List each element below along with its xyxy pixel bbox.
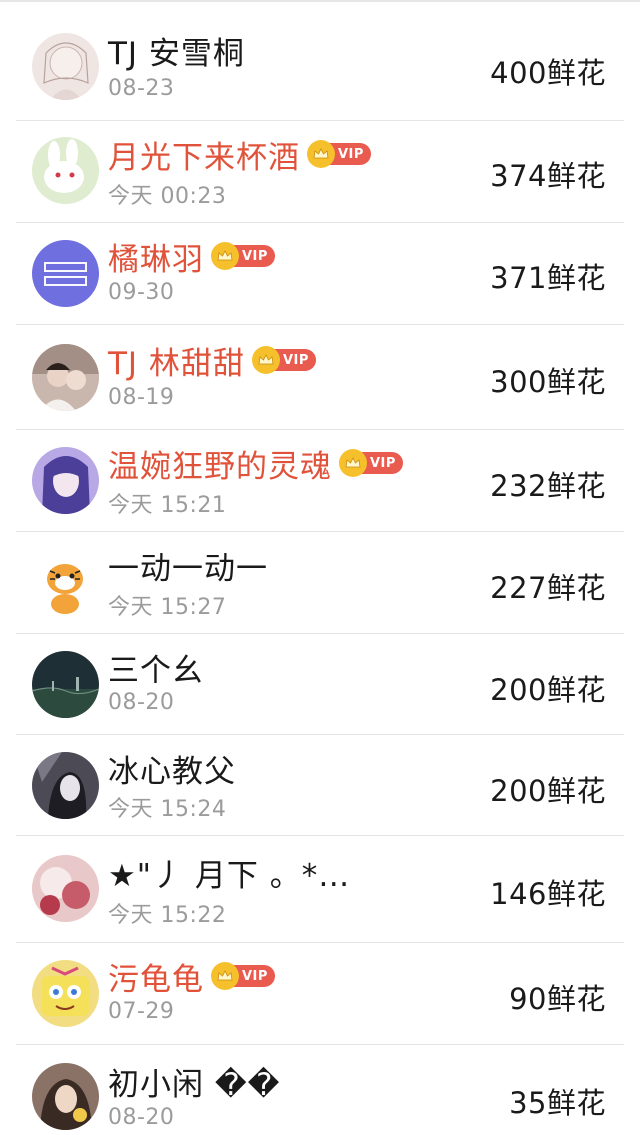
white-rabbit-avatar-icon — [32, 137, 99, 204]
vip-badge: VIP — [211, 242, 275, 270]
vip-badge: VIP — [211, 962, 275, 990]
avatar[interactable] — [32, 137, 99, 204]
avatar[interactable] — [32, 651, 99, 718]
avatar[interactable] — [32, 1063, 99, 1130]
vip-label: VIP — [370, 455, 396, 471]
flower-amount: 200鲜花 — [490, 774, 606, 808]
user-name: TJ 安雪桐 — [108, 35, 245, 72]
crown-icon — [339, 449, 367, 477]
user-name: TJ 林甜甜 — [108, 345, 245, 382]
date-label: 07-29 — [108, 999, 175, 1024]
anime-girl-sketch-avatar-icon — [32, 33, 99, 100]
list-item[interactable]: 温婉狂野的灵魂 VIP 今天 15:21 232鲜花 — [0, 430, 640, 531]
vip-badge: VIP — [307, 140, 371, 168]
couple-photo-avatar-icon — [32, 344, 99, 411]
user-name: 冰心教父 — [108, 753, 236, 790]
crown-icon — [307, 140, 335, 168]
sponge-cartoon-avatar-icon — [32, 960, 99, 1027]
avatar[interactable] — [32, 960, 99, 1027]
list-item[interactable]: 污龟龟 VIP 07-29 90鲜花 — [0, 943, 640, 1044]
list-item[interactable]: ★"丿 月下 。*… 今天 15:22 146鲜花 — [0, 836, 640, 942]
date-label: 08-20 — [108, 690, 175, 715]
list-item[interactable]: TJ 林甜甜 VIP 08-19 300鲜花 — [0, 325, 640, 429]
user-name: 橘琳羽 — [108, 241, 204, 278]
user-name: 一动一动一 — [108, 550, 268, 587]
dark-landscape-avatar-icon — [32, 651, 99, 718]
date-label: 今天 15:21 — [108, 493, 227, 518]
list-item[interactable]: 月光下来杯酒 VIP 今天 00:23 374鲜花 — [0, 121, 640, 222]
vip-label: VIP — [242, 248, 268, 264]
flower-amount: 300鲜花 — [490, 365, 606, 399]
date-label: 08-19 — [108, 385, 175, 410]
girl-photo-avatar-icon — [32, 1063, 99, 1130]
flower-ranking-list: TJ 安雪桐 08-23 400鲜花 月光下来杯酒 VIP 今天 00:23 3… — [0, 0, 640, 1133]
avatar[interactable] — [32, 447, 99, 514]
date-label: 09-30 — [108, 280, 175, 305]
crown-icon — [211, 962, 239, 990]
date-label: 08-20 — [108, 1105, 175, 1130]
vip-badge: VIP — [251, 346, 316, 374]
flower-amount: 146鲜花 — [490, 877, 606, 911]
avatar[interactable] — [32, 549, 99, 616]
vip-label: VIP — [242, 968, 268, 984]
avatar[interactable] — [32, 344, 99, 411]
user-name: 污龟龟 — [108, 961, 204, 998]
dark-portrait-avatar-icon — [32, 752, 99, 819]
avatar[interactable] — [32, 855, 99, 922]
flower-amount: 371鲜花 — [490, 261, 606, 295]
user-name: 月光下来杯酒 — [108, 139, 300, 176]
list-item[interactable]: 冰心教父 今天 15:24 200鲜花 — [0, 735, 640, 835]
date-label: 今天 15:27 — [108, 595, 227, 620]
vip-badge: VIP — [339, 449, 403, 477]
date-label: 08-23 — [108, 76, 175, 101]
user-name: ★"丿 月下 。*… — [108, 857, 351, 894]
list-item[interactable]: 橘琳羽 VIP 09-30 371鲜花 — [0, 223, 640, 324]
list-item[interactable]: TJ 安雪桐 08-23 400鲜花 — [0, 14, 640, 120]
pink-photo-avatar-icon — [32, 855, 99, 922]
avatar[interactable] — [32, 752, 99, 819]
tiger-cartoon-avatar-icon — [32, 549, 99, 616]
flower-amount: 400鲜花 — [490, 56, 606, 90]
flower-amount: 232鲜花 — [490, 469, 606, 503]
date-label: 今天 00:23 — [108, 184, 227, 209]
list-item[interactable]: 一动一动一 今天 15:27 227鲜花 — [0, 532, 640, 633]
crown-icon — [251, 346, 280, 374]
vip-label: VIP — [338, 146, 364, 162]
avatar[interactable] — [32, 33, 99, 100]
flower-amount: 227鲜花 — [490, 571, 606, 605]
vip-label: VIP — [282, 352, 309, 368]
date-label: 今天 15:24 — [108, 797, 227, 822]
flower-amount: 374鲜花 — [490, 159, 606, 193]
anime-girl-purple-avatar-icon — [32, 447, 99, 514]
user-name: 三个幺 — [108, 652, 204, 689]
avatar[interactable] — [32, 240, 99, 307]
list-item[interactable]: 初小闲 �� 08-20 35鲜花 — [0, 1045, 640, 1135]
flower-amount: 35鲜花 — [509, 1086, 606, 1120]
flower-amount: 200鲜花 — [490, 673, 606, 707]
date-label: 今天 15:22 — [108, 903, 227, 928]
user-name: 温婉狂野的灵魂 — [108, 448, 332, 485]
user-name: 初小闲 �� — [108, 1066, 281, 1103]
list-item[interactable]: 三个幺 08-20 200鲜花 — [0, 634, 640, 734]
text-logo-avatar-icon — [32, 240, 99, 307]
crown-icon — [211, 242, 239, 270]
flower-amount: 90鲜花 — [509, 982, 606, 1016]
